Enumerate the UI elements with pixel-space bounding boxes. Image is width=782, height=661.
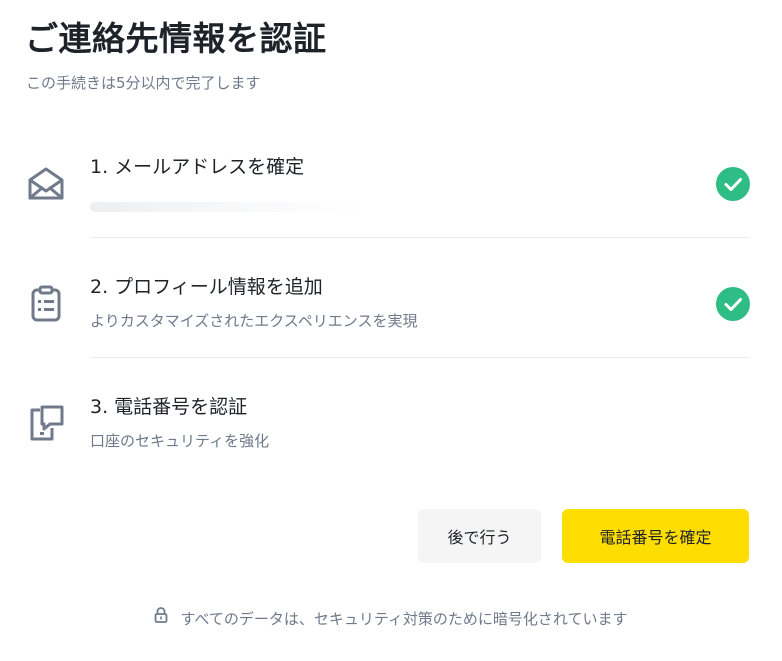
step-profile: 2. プロフィール情報を追加 よりカスタマイズされたエクスペリエンスを実現 [0,260,782,380]
step-1-label: 1. メールアドレスを確定 [90,156,305,178]
lock-icon [154,607,168,629]
later-button[interactable]: 後で行う [418,509,541,563]
step-3-description: 口座のセキュリティを強化 [90,432,270,450]
step-phone: 3. 電話番号を認証 口座のセキュリティを強化 [0,380,782,500]
divider [90,357,750,358]
security-note: すべてのデータは、セキュリティ対策のために暗号化されています [0,607,782,630]
check-icon [716,167,750,201]
phone-message-icon [26,404,66,444]
page-subtitle: この手続きは5分以内で完了します [26,74,261,92]
step-2-label: 2. プロフィール情報を追加 [90,276,323,298]
check-icon [716,287,750,321]
clipboard-icon [26,284,66,324]
step-2-description: よりカスタマイズされたエクスペリエンスを実現 [90,312,418,330]
confirm-phone-button[interactable]: 電話番号を確定 [562,509,749,563]
verify-contact-page: ご連絡先情報を認証 この手続きは5分以内で完了します 1. メールアドレスを確定 [0,0,782,661]
security-note-text: すべてのデータは、セキュリティ対策のために暗号化されています [180,610,628,628]
step-3-label: 3. 電話番号を認証 [90,396,248,418]
divider [90,237,750,238]
step-email: 1. メールアドレスを確定 [0,140,782,260]
page-title: ご連絡先情報を認証 [25,19,327,58]
masked-email [90,202,370,212]
envelope-icon [26,164,66,204]
